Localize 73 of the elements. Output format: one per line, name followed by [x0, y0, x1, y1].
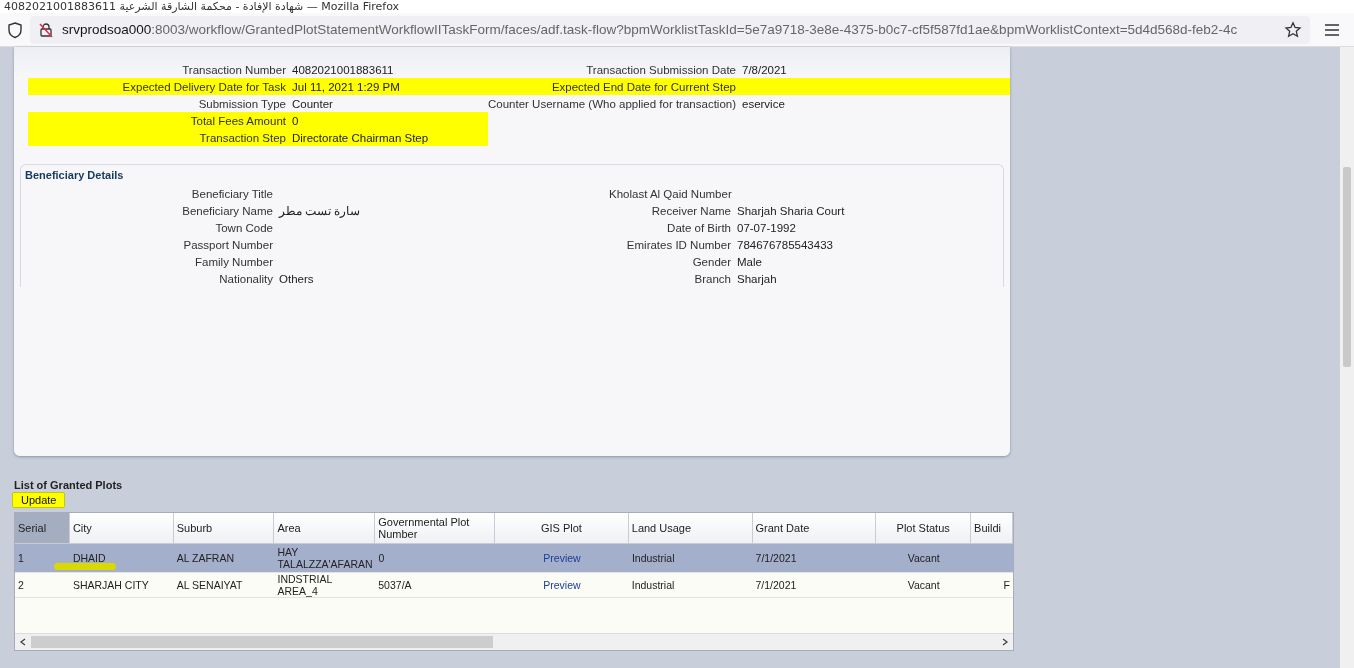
column-header[interactable]: Buildi: [971, 513, 1013, 543]
field-label: Transaction Number: [181, 63, 287, 76]
field-label: Family Number: [194, 255, 274, 268]
column-header[interactable]: Land Usage: [628, 513, 753, 543]
table-cell: 1: [18, 552, 24, 564]
table-cell: 0: [378, 552, 385, 564]
preview-link[interactable]: Preview: [543, 552, 581, 564]
field-value: Sharjah: [737, 272, 778, 285]
field-label: Kholast Al Qaid Number: [609, 187, 733, 200]
table-cell: AL ZAFRAN: [176, 552, 235, 564]
url-text: srvprodsoa000:8003/workflow/GrantedPlotStatementWorkflowIITaskForm/faces/adf.task-flow?bpmWorklistTaskId=5e7a9718-3e8e-4375-b0c7-cf5f587fd1ae&bpmWorklistContext=5d4d568d-feb2-4c: [62, 22, 1239, 37]
column-header[interactable]: Plot Status: [876, 513, 972, 543]
window-title: 4082021001883611 شهادة الإفادة - محكمة الشارقة الشرعية — Mozilla Firefox: [4, 0, 400, 13]
field-value: Others: [279, 272, 315, 285]
horizontal-scrollbar[interactable]: [15, 633, 1013, 650]
shield-icon[interactable]: [6, 20, 24, 39]
table-row[interactable]: 2 SHARJAH CITY AL SENAIYAT INDSTRIAL AREA_4 5037/A Preview Industrial 7/1/2021 Vacant F: [15, 573, 1013, 598]
section-title: List of Granted Plots: [14, 479, 124, 491]
table-cell: Industrial: [631, 552, 675, 564]
field-label: Transaction Submission Date: [585, 63, 737, 76]
field-value: 784676785543433: [737, 238, 834, 251]
field-value: eservice: [742, 97, 786, 110]
column-header[interactable]: Serial: [15, 513, 70, 543]
table-cell: DHAID: [72, 552, 106, 564]
field-label: Nationality: [218, 272, 274, 285]
field-label: Receiver Name: [650, 204, 732, 217]
field-label: Beneficiary Title: [190, 187, 274, 200]
table-cell: Vacant: [907, 579, 940, 591]
field-label: Date of Birth: [666, 221, 732, 234]
field-value: سارة تست مطر: [279, 203, 362, 218]
field-label: Total Fees Amount: [28, 112, 292, 129]
field-label: Gender: [691, 255, 732, 268]
column-header[interactable]: GIS Plot: [495, 513, 629, 543]
field-value: Male: [737, 255, 763, 268]
field-value: 4082021001883611: [292, 63, 395, 76]
table-cell: HAY TALALZZA'AFARAN: [277, 546, 373, 570]
field-label: Passport Number: [182, 238, 274, 251]
field-label: Branch: [693, 272, 732, 285]
address-bar[interactable]: srvprodsoa000:8003/workflow/GrantedPlotStatementWorkflowIITaskForm/faces/adf.task-flow?bpmWorklistTaskId=5e7a9718-3e8e-4375-b0c7-cf5f587fd1ae&bpmWorklistContext=5d4d568d-feb2-4c: [30, 15, 1310, 44]
column-header[interactable]: Grant Date: [752, 513, 877, 543]
table-cell: 7/1/2021: [755, 579, 797, 591]
table-cell-text: INDSTRIAL AREA_4: [277, 573, 333, 597]
field-value: Sharjah Sharia Court: [737, 204, 846, 217]
vertical-scrollbar[interactable]: [1340, 47, 1354, 668]
field-value: 07-07-1992: [737, 221, 797, 234]
field-label: Emirates ID Number: [625, 238, 732, 251]
table-cell: Vacant: [907, 552, 940, 564]
field-label: Transaction Step: [28, 129, 292, 146]
preview-link[interactable]: Preview: [543, 579, 581, 591]
table-cell: 7/1/2021: [755, 552, 797, 564]
field-label: Counter Username (Who applied for transaction): [488, 97, 737, 110]
table-cell: 5037/A: [378, 579, 412, 591]
update-button[interactable]: Update: [12, 492, 66, 508]
field-label: Submission Type: [197, 97, 287, 110]
field-label: Town Code: [214, 221, 274, 234]
table-cell: 2: [18, 579, 24, 591]
column-header[interactable]: Area: [274, 513, 376, 543]
table-cell: SHARJAH CITY: [72, 579, 149, 591]
column-header[interactable]: Suburb: [173, 513, 275, 543]
field-value: Directorate Chairman Step: [292, 129, 488, 146]
menu-icon[interactable]: [1322, 21, 1342, 38]
field-value: 7/8/2021: [742, 63, 788, 76]
lock-crossed-icon: [38, 21, 54, 38]
field-value: 0: [292, 112, 488, 129]
field-value: Counter: [292, 97, 334, 110]
table-cell: F: [1003, 579, 1010, 591]
column-header[interactable]: Governmental Plot Number: [375, 513, 496, 543]
table-cell: Industrial: [631, 579, 675, 591]
field-label: Beneficiary Name: [181, 204, 274, 217]
column-header[interactable]: City: [69, 513, 174, 543]
star-icon[interactable]: [1284, 20, 1302, 39]
section-title: Beneficiary Details: [24, 168, 125, 183]
table-cell: AL SENAIYAT: [176, 579, 243, 591]
